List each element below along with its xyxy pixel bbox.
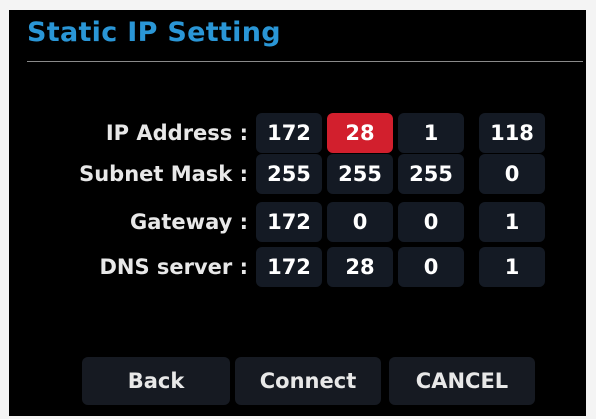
subnet-mask-octet-3[interactable]: 255 <box>398 154 464 194</box>
back-button[interactable]: Back <box>82 357 230 405</box>
title-divider <box>27 61 583 62</box>
gateway-label: Gateway : <box>129 210 248 234</box>
page-title: Static IP Setting <box>27 17 281 48</box>
gateway-octet-3[interactable]: 0 <box>398 202 464 242</box>
ip-address-octet-2[interactable]: 28 <box>327 113 393 153</box>
subnet-mask-octet-2[interactable]: 255 <box>327 154 393 194</box>
subnet-mask-octet-4[interactable]: 0 <box>479 154 545 194</box>
gateway-octet-2[interactable]: 0 <box>327 202 393 242</box>
cancel-button[interactable]: CANCEL <box>389 357 535 405</box>
static-ip-dialog: Static IP Setting IP Address : 172 28 1 … <box>9 10 586 416</box>
dns-server-octet-1[interactable]: 172 <box>256 247 322 287</box>
ip-address-octet-1[interactable]: 172 <box>256 113 322 153</box>
subnet-mask-label: Subnet Mask : <box>79 162 248 186</box>
dns-server-octet-3[interactable]: 0 <box>398 247 464 287</box>
connect-button[interactable]: Connect <box>235 357 381 405</box>
subnet-mask-octet-1[interactable]: 255 <box>256 154 322 194</box>
ip-address-octet-3[interactable]: 1 <box>398 113 464 153</box>
dns-server-label: DNS server : <box>99 255 248 279</box>
gateway-octet-1[interactable]: 172 <box>256 202 322 242</box>
gateway-octet-4[interactable]: 1 <box>479 202 545 242</box>
dns-server-octet-4[interactable]: 1 <box>479 247 545 287</box>
ip-address-label: IP Address : <box>105 121 248 145</box>
dns-server-octet-2[interactable]: 28 <box>327 247 393 287</box>
ip-address-octet-4[interactable]: 118 <box>479 113 545 153</box>
